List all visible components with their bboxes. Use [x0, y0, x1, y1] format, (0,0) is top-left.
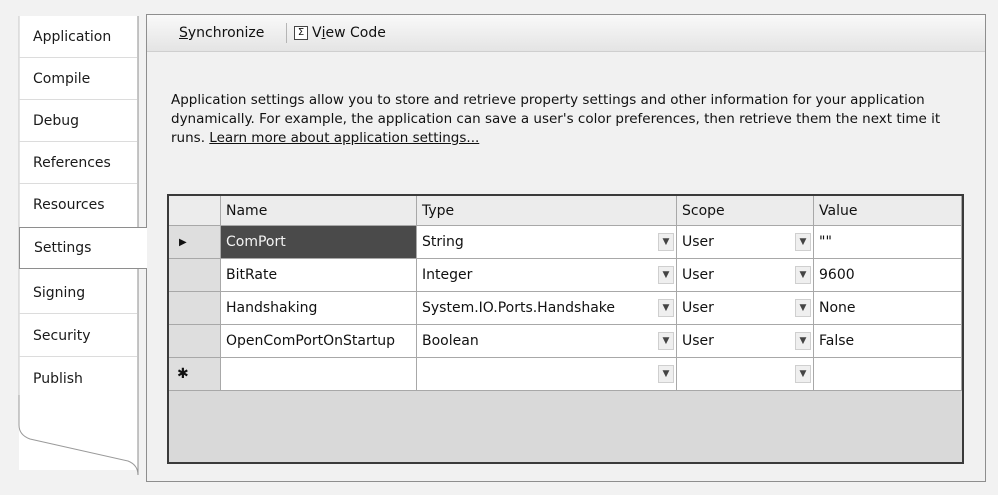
chevron-down-icon[interactable]: ▼ [658, 266, 674, 284]
grid-cell-type[interactable]: String ▼ [417, 226, 677, 259]
grid-cell-value[interactable]: False [814, 325, 962, 358]
column-header-label: Value [819, 202, 858, 219]
view-code-label-end: ew Code [325, 25, 386, 41]
settings-grid: Name Type Scope Value ▶ ComPort String ▼ … [167, 194, 964, 464]
cell-text: User [682, 234, 714, 250]
synchronize-button[interactable]: Synchronize [179, 22, 264, 44]
chevron-down-icon[interactable]: ▼ [795, 233, 811, 251]
toolbar-separator [286, 23, 287, 43]
tab-label: Publish [33, 371, 83, 387]
grid-cell-name[interactable]: OpenComPortOnStartup [221, 325, 417, 358]
tab-signing[interactable]: Signing [19, 272, 137, 314]
chevron-down-icon[interactable]: ▼ [658, 365, 674, 383]
column-header-type[interactable]: Type [417, 196, 677, 226]
learn-more-link[interactable]: Learn more about application settings... [209, 130, 479, 146]
synchronize-label: ynchronize [187, 25, 265, 41]
cell-text: User [682, 333, 714, 349]
tab-compile[interactable]: Compile [19, 58, 137, 100]
grid-cell-value[interactable]: "" [814, 226, 962, 259]
grid-cell-type[interactable]: System.IO.Ports.Handshake ▼ [417, 292, 677, 325]
cell-text: None [819, 300, 856, 316]
chevron-down-icon[interactable]: ▼ [795, 332, 811, 350]
cell-text: BitRate [226, 267, 278, 283]
row-header-current[interactable]: ▶ [169, 226, 221, 259]
cell-text: User [682, 267, 714, 283]
row-header-new[interactable]: ✱ [169, 358, 221, 391]
grid-cell-value[interactable]: 9600 [814, 259, 962, 292]
column-header-label: Name [226, 202, 268, 219]
column-header-label: Type [422, 202, 455, 219]
new-row-asterisk-icon: ✱ [177, 366, 189, 382]
tab-label: Security [33, 327, 91, 344]
cell-text: Integer [422, 267, 473, 283]
grid-corner-header [169, 196, 221, 226]
grid-cell-value[interactable]: None [814, 292, 962, 325]
tab-resources[interactable]: Resources [19, 184, 137, 226]
tab-security[interactable]: Security [19, 315, 137, 357]
view-code-button[interactable]: Σ Vi ew Code [294, 22, 386, 44]
synchronize-mnemonic: S [179, 25, 188, 41]
cell-text: Boolean [422, 333, 479, 349]
tab-label: Application [33, 28, 112, 45]
tab-label: Compile [33, 70, 91, 87]
grid-cell-value-new[interactable] [814, 358, 962, 391]
row-header[interactable] [169, 292, 221, 325]
tab-debug[interactable]: Debug [19, 100, 137, 142]
tab-label: Resources [33, 197, 105, 213]
column-header-scope[interactable]: Scope [677, 196, 814, 226]
grid-cell-scope[interactable]: User ▼ [677, 292, 814, 325]
chevron-down-icon[interactable]: ▼ [795, 266, 811, 284]
tab-publish[interactable]: Publish [19, 358, 137, 400]
settings-tab-strip: Application Compile Debug References Res… [18, 15, 148, 475]
grid-cell-type-new[interactable]: ▼ [417, 358, 677, 391]
chevron-down-icon[interactable]: ▼ [795, 365, 811, 383]
tab-label: References [33, 154, 111, 171]
grid-cell-type[interactable]: Integer ▼ [417, 259, 677, 292]
column-header-value[interactable]: Value [814, 196, 962, 226]
current-row-arrow-icon: ▶ [179, 236, 187, 248]
grid-cell-scope-new[interactable]: ▼ [677, 358, 814, 391]
grid-cell-scope[interactable]: User ▼ [677, 325, 814, 358]
tab-label: Settings [34, 240, 92, 256]
column-header-name[interactable]: Name [221, 196, 417, 226]
cell-text: ComPort [226, 234, 286, 250]
grid-cell-scope[interactable]: User ▼ [677, 259, 814, 292]
chevron-down-icon[interactable]: ▼ [658, 233, 674, 251]
cell-text: Handshaking [226, 300, 318, 316]
grid-cell-scope[interactable]: User ▼ [677, 226, 814, 259]
cell-text: False [819, 333, 855, 349]
grid-cell-type[interactable]: Boolean ▼ [417, 325, 677, 358]
chevron-down-icon[interactable]: ▼ [658, 299, 674, 317]
code-icon: Σ [294, 26, 308, 40]
cell-text: System.IO.Ports.Handshake [422, 300, 616, 316]
grid-cell-name[interactable]: Handshaking [221, 292, 417, 325]
settings-toolbar: Synchronize Σ Vi ew Code [147, 15, 985, 52]
row-header[interactable] [169, 325, 221, 358]
tab-application[interactable]: Application [19, 16, 137, 58]
settings-description: Application settings allow you to store … [171, 91, 966, 148]
tab-references[interactable]: References [19, 142, 137, 184]
cell-text: User [682, 300, 714, 316]
settings-panel: Synchronize Σ Vi ew Code Application setti… [146, 14, 986, 482]
view-code-label-start: V [312, 25, 322, 41]
cell-text: OpenComPortOnStartup [226, 333, 395, 349]
tab-label: Signing [33, 284, 86, 301]
cell-text: String [422, 234, 464, 250]
tab-label: Debug [33, 112, 80, 129]
grid-cell-name[interactable]: BitRate [221, 259, 417, 292]
row-header[interactable] [169, 259, 221, 292]
cell-text: "" [819, 234, 832, 250]
chevron-down-icon[interactable]: ▼ [795, 299, 811, 317]
tab-settings[interactable]: Settings [19, 227, 147, 269]
cell-text: 9600 [819, 267, 855, 283]
grid-cell-name-new[interactable] [221, 358, 417, 391]
chevron-down-icon[interactable]: ▼ [658, 332, 674, 350]
column-header-label: Scope [682, 202, 725, 219]
grid-cell-name[interactable]: ComPort [221, 226, 417, 259]
